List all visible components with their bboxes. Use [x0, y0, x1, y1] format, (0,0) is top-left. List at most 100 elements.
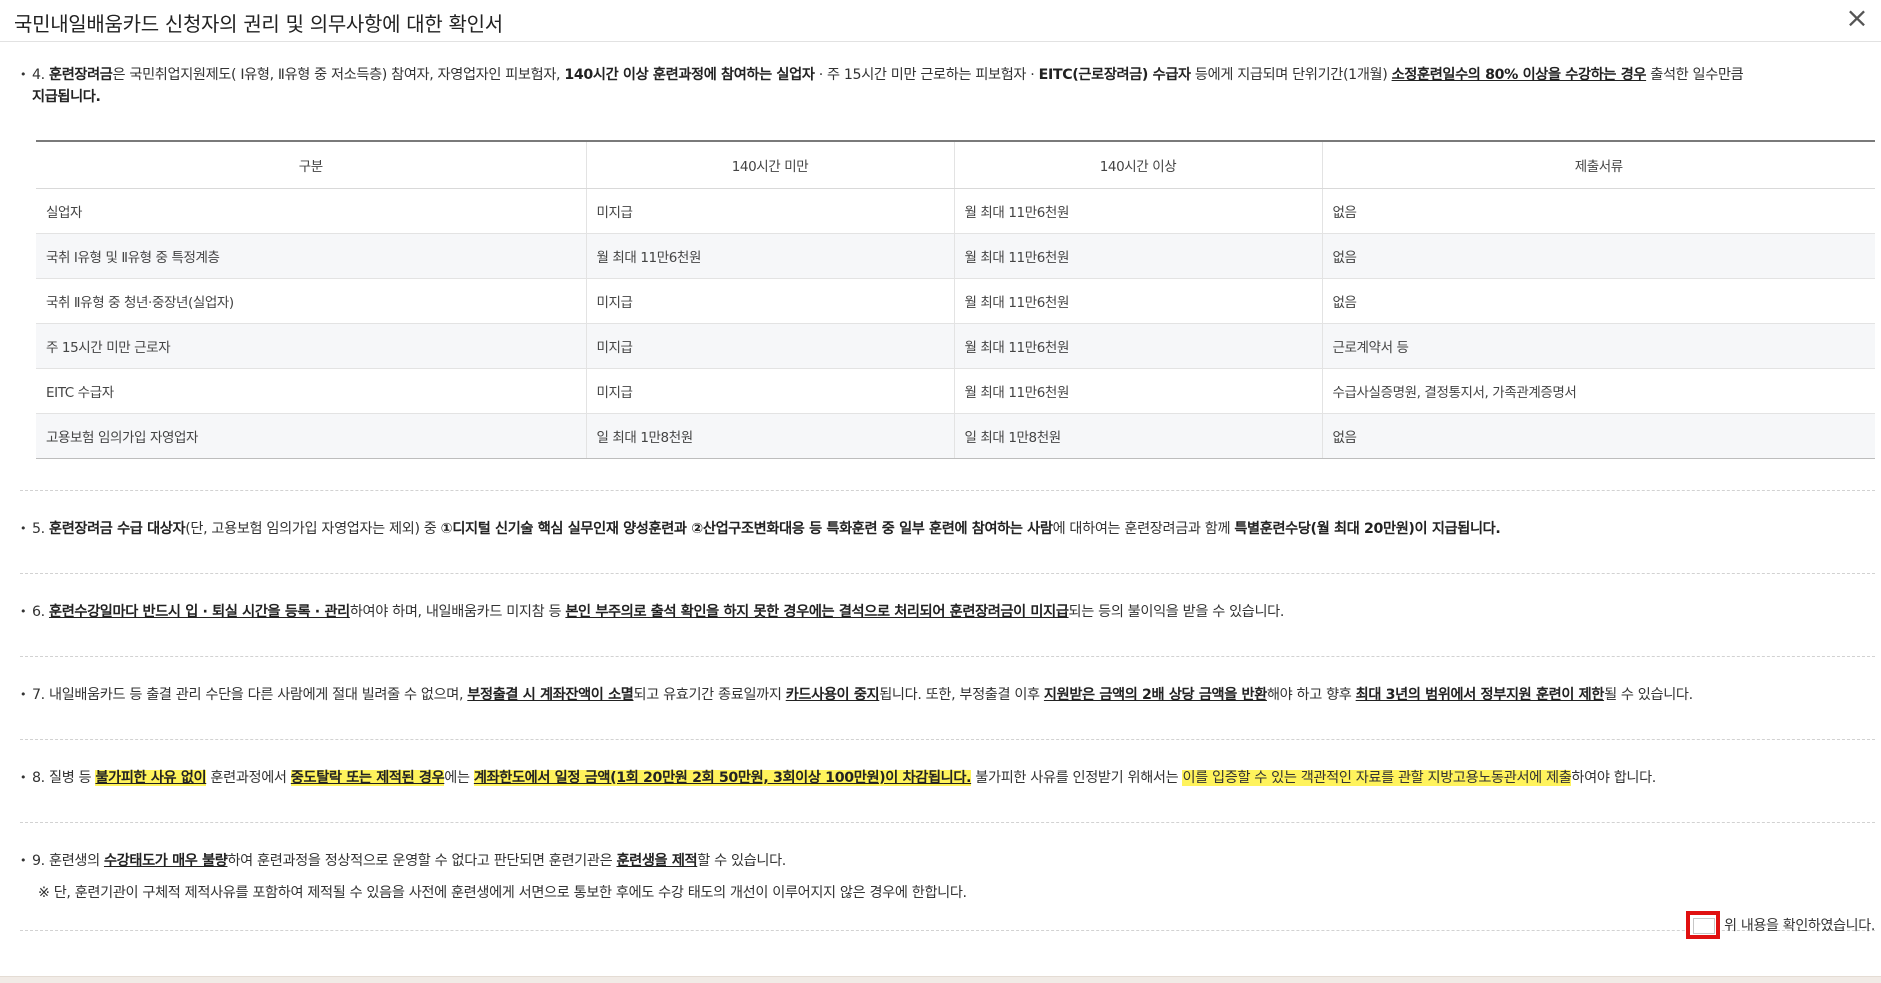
rights-obligations-dialog: 국민내일배움카드 신청자의 권리 및 의무사항에 대한 확인서 × • 4. 훈련… [0, 0, 1881, 983]
section-divider [20, 573, 1875, 574]
table-header-under-140h: 140시간 미만 [586, 140, 955, 189]
item4-text-7: 등에게 지급되며 단위기간(1개월) [1190, 67, 1392, 83]
table-cell: 월 최대 11만6천원 [954, 233, 1323, 279]
item8-term-dropout: 중도탈락 또는 제적된 경우 [290, 770, 445, 786]
item4-term-140h: 140시간 이상 훈련과정에 참여하는 실업자 [564, 67, 815, 83]
item9-note: ※ 단, 훈련기관이 구체적 제적사유를 포함하여 제적될 수 있음을 사전에 … [38, 885, 967, 901]
item5-term-recipient: 훈련장려금 수급 대상자 [49, 521, 186, 537]
item9-text-5: 할 수 있습니다. [697, 853, 786, 869]
notice-item-5: • 5. 훈련장려금 수급 대상자(단, 고용보험 임의가입 자영업자는 제외) … [20, 518, 1870, 540]
table-cell: 국취 Ⅰ유형 및 Ⅱ유형 중 특정계층 [36, 233, 587, 279]
item8-text-7: 불가피한 사유를 인정받기 위해서는 [971, 770, 1183, 786]
table-cell: 미지급 [586, 368, 955, 414]
table-row: EITC 수급자 미지급 월 최대 11만6천원 수급사실증명원, 결정통지서,… [36, 368, 1875, 414]
notice-item-6: • 6. 훈련수강일마다 반드시 입 · 퇴실 시간을 등록 · 관리하여야 하며… [20, 601, 1870, 623]
table-cell: 월 최대 11만6천원 [954, 278, 1323, 324]
table-cell: 수급사실증명원, 결정통지서, 가족관계증명서 [1322, 368, 1875, 414]
section-divider [20, 739, 1875, 740]
item4-text-10: 지급됩니다. [32, 89, 101, 105]
item5-text-1: 5. [32, 521, 49, 537]
confirm-checkbox[interactable] [1686, 911, 1721, 939]
table-row: 주 15시간 미만 근로자 미지급 월 최대 11만6천원 근로계약서 등 [36, 323, 1875, 369]
item4-text-9: 출석한 일수만큼 [1646, 67, 1744, 83]
bullet-icon: • [20, 854, 27, 867]
table-cell: 미지급 [586, 278, 955, 324]
item7-text-5: 됩니다. 또한, 부정출결 이후 [879, 687, 1044, 703]
item8-text-9: 하여야 합니다. [1571, 770, 1656, 786]
table-cell: 없음 [1322, 233, 1875, 279]
table-cell: 월 최대 11만6천원 [954, 188, 1323, 234]
table-header-row: 구분 140시간 미만 140시간 이상 제출서류 [36, 140, 1875, 189]
item6-text-1: 6. [32, 604, 49, 620]
item7-text-9: 될 수 있습니다. [1604, 687, 1693, 703]
checkbox-box [1693, 918, 1716, 934]
item9-term-expel: 훈련생을 제적 [616, 853, 698, 869]
table-cell: 주 15시간 미만 근로자 [36, 323, 587, 369]
item8-term-deduction: 계좌한도에서 일정 금액(1회 20만원 2회 50만원, 3회이상 100만원… [473, 770, 972, 786]
table-row: 국취 Ⅰ유형 및 Ⅱ유형 중 특정계층 월 최대 11만6천원 월 최대 11만… [36, 233, 1875, 279]
table-row: 고용보험 임의가입 자영업자 일 최대 1만8천원 일 최대 1만8천원 없음 [36, 413, 1875, 459]
table-row: 국취 Ⅱ유형 중 청년·중장년(실업자) 미지급 월 최대 11만6천원 없음 [36, 278, 1875, 324]
item8-term-submit-proof: 이를 입증할 수 있는 객관적인 자료를 관할 지방고용노동관서에 제출 [1182, 770, 1572, 786]
item6-term-attendance: 훈련수강일마다 반드시 입 · 퇴실 시간을 등록 · 관리 [49, 604, 350, 620]
table-cell: 없음 [1322, 188, 1875, 234]
close-icon[interactable]: × [1843, 4, 1871, 32]
table-cell: 없음 [1322, 278, 1875, 324]
table-cell: 월 최대 11만6천원 [954, 368, 1323, 414]
item4-text-1: 4. [32, 67, 49, 83]
confirm-label[interactable]: 위 내용을 확인하였습니다. [1724, 915, 1875, 935]
item7-text-1: 7. 내일배움카드 등 출결 관리 수단을 다른 사람에게 절대 빌려줄 수 없… [32, 687, 468, 703]
table-cell: 고용보험 임의가입 자영업자 [36, 413, 587, 459]
bullet-icon: • [20, 688, 27, 701]
item7-term-double-refund: 지원받은 금액의 2배 상당 금액을 반환 [1043, 687, 1267, 703]
item4-term-allowance: 훈련장려금 [49, 67, 113, 83]
item7-term-balance-void: 부정출결 시 계좌잔액이 소멸 [467, 687, 634, 703]
item8-text-3: 훈련과정에서 [206, 770, 291, 786]
item9-term-bad-attitude: 수강태도가 매우 불량 [103, 853, 228, 869]
item8-term-no-reason: 불가피한 사유 없이 [95, 770, 207, 786]
table-cell: 월 최대 11만6천원 [586, 233, 955, 279]
item9-text-1: 9. 훈련생의 [32, 853, 104, 869]
bullet-icon: • [20, 771, 27, 784]
item4-text-5: · 주 15시간 미만 근로하는 피보험자 · [814, 67, 1039, 83]
table-cell: 없음 [1322, 413, 1875, 459]
dialog-content: • 4. 훈련장려금은 국민취업지원제도( Ⅰ유형, Ⅱ유형 중 저소득층) 참여… [0, 42, 1881, 982]
item7-term-3year-limit: 최대 3년의 범위에서 정부지원 훈련이 제한 [1355, 687, 1605, 703]
table-cell: EITC 수급자 [36, 368, 587, 414]
item7-text-3: 되고 유효기간 종료일까지 [633, 687, 786, 703]
section-divider [20, 490, 1875, 491]
item4-term-80percent: 소정훈련일수의 80% 이상을 수강하는 경우 [1391, 67, 1647, 83]
table-cell: 실업자 [36, 188, 587, 234]
item4-term-eitc: EITC(근로장려금) 수급자 [1038, 67, 1191, 83]
item5-text-3: (단, 고용보험 임의가입 자영업자는 제외) 중 [185, 521, 441, 537]
bullet-icon: • [20, 68, 27, 81]
table-header-documents: 제출서류 [1322, 140, 1875, 189]
notice-item-4: • 4. 훈련장려금은 국민취업지원제도( Ⅰ유형, Ⅱ유형 중 저소득층) 참여… [20, 64, 1870, 108]
table-cell: 미지급 [586, 188, 955, 234]
item6-term-absence: 본인 부주의로 출석 확인을 하지 못한 경우에는 결석으로 처리되어 훈련장려… [565, 604, 1069, 620]
notice-item-9: • 9. 훈련생의 수강태도가 매우 불량하여 훈련과정을 정상적으로 운영할 수… [20, 850, 1870, 904]
table-header-category: 구분 [36, 140, 587, 189]
item4-text-3: 은 국민취업지원제도( Ⅰ유형, Ⅱ유형 중 저소득층) 참여자, 자영업자인 … [112, 67, 565, 83]
item6-text-3: 하여야 하며, 내일배움카드 미지참 등 [349, 604, 566, 620]
table-cell: 미지급 [586, 323, 955, 369]
section-divider [20, 930, 1875, 931]
table-cell: 월 최대 11만6천원 [954, 323, 1323, 369]
section-divider [20, 656, 1875, 657]
item8-text-5: 에는 [444, 770, 474, 786]
item9-text-3: 하여 훈련과정을 정상적으로 운영할 수 없다고 판단되면 훈련기관은 [227, 853, 617, 869]
allowance-table: 구분 140시간 미만 140시간 이상 제출서류 실업자 미지급 월 최대 1… [36, 140, 1875, 459]
item8-text-1: 8. 질병 등 [32, 770, 96, 786]
table-cell: 일 최대 1만8천원 [954, 413, 1323, 459]
item7-term-card-suspended: 카드사용이 중지 [785, 687, 880, 703]
item5-term-special-allowance: 특별훈련수당(월 최대 20만원)이 지급 [1234, 521, 1458, 537]
notice-item-8: • 8. 질병 등 불가피한 사유 없이 훈련과정에서 중도탈락 또는 제적된 경… [20, 767, 1870, 789]
item6-text-5: 되는 등의 불이익을 받을 수 있습니다. [1068, 604, 1285, 620]
table-row: 실업자 미지급 월 최대 11만6천원 없음 [36, 188, 1875, 234]
table-cell: 근로계약서 등 [1322, 323, 1875, 369]
table-header-over-140h: 140시간 이상 [954, 140, 1323, 189]
bullet-icon: • [20, 522, 27, 535]
item5-text-7: 됩니다. [1457, 521, 1501, 537]
item5-text-5: 에 대하여는 훈련장려금과 함께 [1052, 521, 1235, 537]
dialog-title: 국민내일배움카드 신청자의 권리 및 의무사항에 대한 확인서 [14, 12, 503, 36]
